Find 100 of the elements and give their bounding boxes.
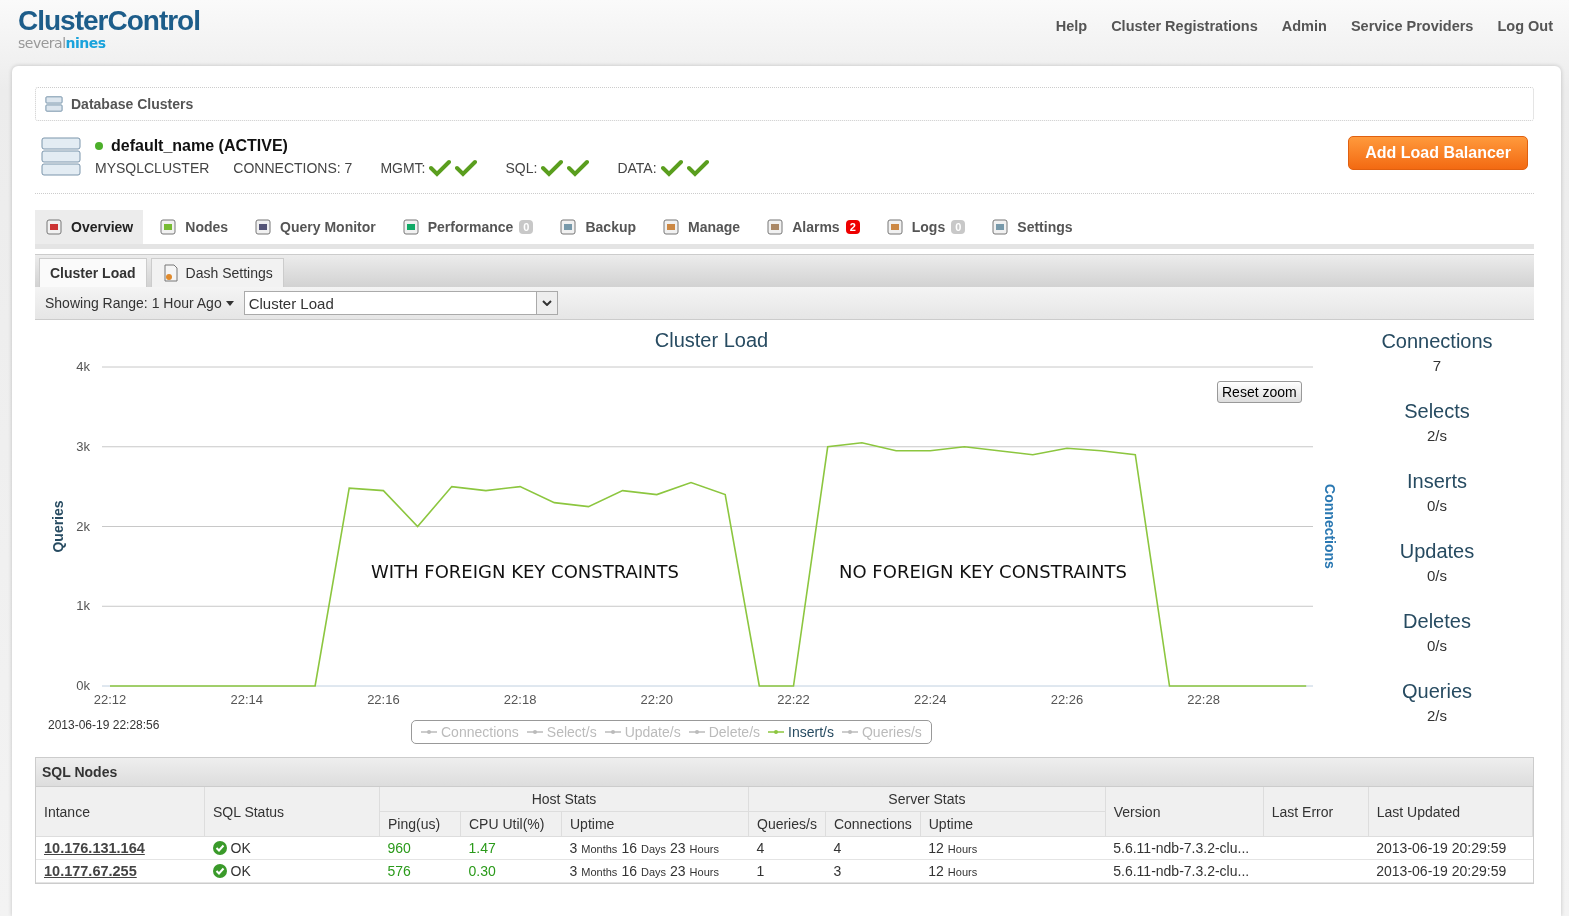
server-rack-icon: [41, 137, 81, 177]
y-tick-label: 0k: [76, 678, 90, 693]
column-header: Connections: [825, 811, 921, 837]
tab[interactable]: Overview: [35, 210, 144, 244]
x-tick-label: 22:26: [1050, 692, 1084, 707]
stat-value: 2/s: [1427, 707, 1447, 724]
table-cell: 960: [379, 836, 461, 860]
instance-link[interactable]: 10.176.131.164: [44, 840, 145, 856]
x-tick-label: 22:28: [1187, 692, 1220, 707]
table-cell: 3 Months 16 Days 23 Hours: [561, 859, 749, 883]
table-cell: 3 Months 16 Days 23 Hours: [561, 836, 749, 860]
tab[interactable]: Query Monitor: [244, 210, 386, 244]
tab[interactable]: Alarms 2: [756, 210, 870, 244]
sub-tab[interactable]: Cluster Load: [39, 258, 147, 287]
table-cell: 12 Hours: [920, 859, 1106, 883]
stat-label: Selects: [1404, 400, 1470, 423]
cluster-connections: CONNECTIONS: 7: [233, 160, 353, 176]
stat-label: Queries: [1402, 680, 1472, 703]
y-tick-label: 3k: [76, 438, 90, 454]
chart-title: Cluster Load: [654, 329, 769, 351]
column-header: Version: [1105, 787, 1264, 837]
table-cell: 4: [825, 836, 921, 860]
stat-value: 7: [1432, 357, 1442, 374]
nav-link[interactable]: Log Out: [1497, 18, 1553, 34]
group-header: Host Stats: [379, 787, 749, 812]
table-cell: 0.30: [460, 859, 562, 883]
chart-select[interactable]: Cluster Load: [243, 291, 558, 315]
sub-tab[interactable]: Dash Settings: [150, 258, 284, 287]
stat-value: 0/s: [1427, 637, 1447, 654]
tab[interactable]: Manage: [652, 210, 751, 244]
x-tick-label: 22:24: [913, 692, 947, 707]
chart-annotation: WITH FOREIGN KEY CONSTRAINTS: [371, 561, 679, 583]
column-header: Uptime: [561, 811, 749, 837]
x-tick-label: 22:18: [503, 692, 537, 707]
logo-subtitle: severalnines: [18, 36, 107, 50]
nav-link[interactable]: Service Providers: [1350, 18, 1474, 34]
table-cell: 1: [748, 859, 826, 883]
x-tick-label: 22:22: [777, 692, 810, 707]
breadcrumb-text: Database Clusters: [71, 96, 194, 112]
column-header: Uptime: [920, 811, 1106, 837]
tab[interactable]: Settings: [981, 210, 1083, 244]
nav-link[interactable]: Cluster Registrations: [1111, 18, 1258, 34]
table-cell: 1.47: [460, 836, 562, 860]
x-tick-label: 22:16: [367, 692, 400, 707]
logo-title: ClusterControl: [18, 6, 200, 36]
column-header: CPU Util(%): [460, 811, 562, 837]
stat-value: 2/s: [1427, 427, 1447, 444]
secondary-axis-title: Connections: [1322, 484, 1338, 569]
stat-label: Updates: [1399, 540, 1475, 563]
table-cell: 576: [379, 859, 461, 883]
panel-title: SQL Nodes: [36, 758, 1533, 787]
column-header: Ping(us): [379, 811, 461, 837]
cluster-type: MYSQLCLUSTER: [95, 160, 210, 176]
y-tick-label: 1k: [76, 598, 90, 614]
group-label: DATA:: [617, 160, 657, 176]
range-dropdown[interactable]: Showing Range: 1 Hour Ago: [45, 295, 234, 311]
legend-line-icon: [688, 729, 705, 735]
x-tick-label: 22:14: [230, 692, 263, 707]
timestamp: 2013-06-19 22:28:56: [47, 717, 161, 732]
legend-line-icon: [604, 729, 621, 735]
group-header: Server Stats: [748, 787, 1106, 812]
chevron-down-icon: [541, 300, 552, 306]
table-cell: 2013-06-19 20:29:59: [1368, 859, 1533, 883]
column-header: SQL Status: [204, 787, 380, 837]
nav-link[interactable]: Admin: [1281, 18, 1327, 34]
legend-line-icon: [421, 729, 437, 735]
caret-icon: [225, 300, 234, 306]
table-cell: 3: [825, 859, 921, 883]
column-header: Last Updated: [1368, 787, 1533, 837]
legend-item[interactable]: Insert/s: [768, 724, 834, 740]
x-tick-label: 22:20: [640, 692, 674, 707]
table-cell: 5.6.11-ndb-7.3.2-clu...: [1105, 836, 1264, 860]
x-tick-label: 22:12: [93, 692, 127, 707]
legend-line-icon: [841, 729, 858, 735]
cluster-name: default_name (ACTIVE): [111, 137, 288, 155]
instance-link[interactable]: 10.177.67.255: [44, 863, 137, 879]
table-cell: 5.6.11-ndb-7.3.2-clu...: [1105, 859, 1264, 883]
status-text: OK: [230, 840, 251, 856]
table-cell: 12 Hours: [920, 836, 1106, 860]
tab[interactable]: Nodes: [149, 210, 239, 244]
y-tick-label: 2k: [76, 518, 90, 534]
group-label: MGMT:: [380, 160, 426, 176]
stat-label: Connections: [1381, 330, 1493, 353]
stat-label: Deletes: [1403, 610, 1471, 633]
legend-line-icon: [526, 729, 543, 735]
nav-link[interactable]: Help: [1055, 18, 1088, 34]
y-tick-label: 4k: [76, 359, 90, 374]
chart-annotation: NO FOREIGN KEY CONSTRAINTS: [839, 561, 1127, 583]
y-axis-title: Queries: [50, 500, 66, 553]
count-badge: 2: [845, 220, 860, 234]
group-label: SQL:: [505, 160, 538, 176]
table-cell: 4: [748, 836, 826, 860]
reset-zoom-button[interactable]: Reset zoom: [1217, 381, 1302, 403]
stat-label: Inserts: [1407, 470, 1467, 493]
tab[interactable]: Backup: [549, 210, 647, 244]
stat-value: 0/s: [1427, 567, 1447, 584]
column-header: Last Error: [1263, 787, 1369, 837]
table-cell: 2013-06-19 20:29:59: [1368, 836, 1533, 860]
stat-value: 0/s: [1427, 497, 1447, 514]
column-header: Intance: [36, 787, 205, 837]
